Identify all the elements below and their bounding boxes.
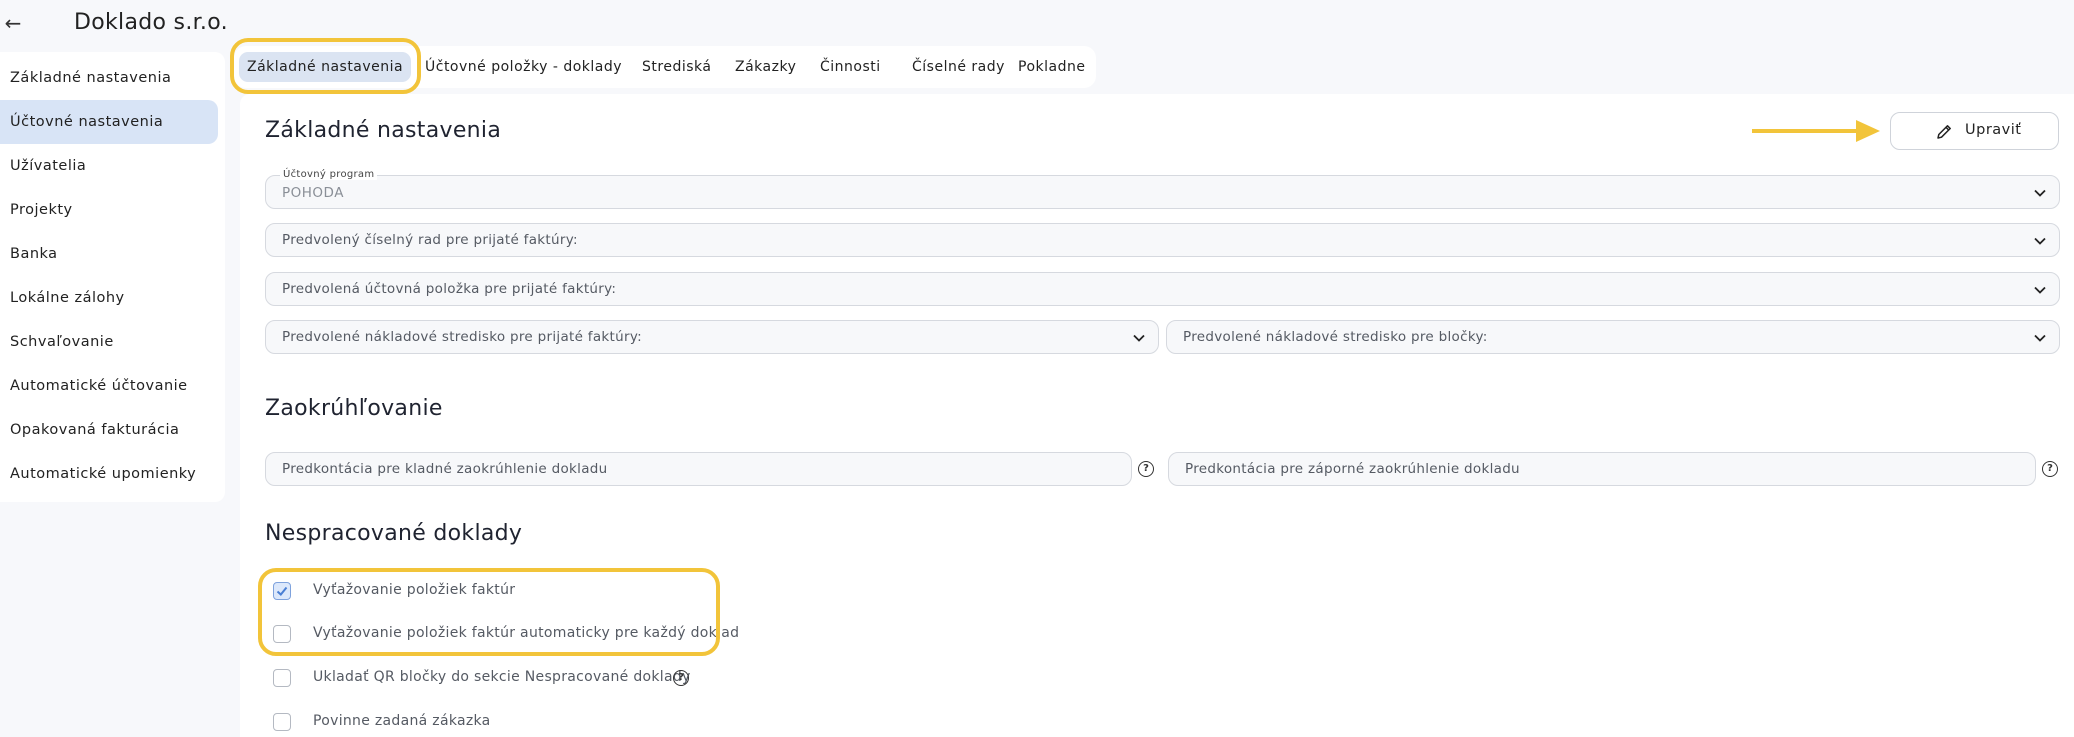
tab-orders[interactable]: Zákazky: [727, 52, 804, 82]
sidebar: Základné nastavenia Účtovné nastavenia U…: [0, 52, 225, 502]
highlight-frame-checkboxes: [258, 568, 720, 656]
help-icon[interactable]: ?: [673, 670, 689, 686]
chevron-down-icon: [1133, 334, 1145, 342]
sidebar-item-accounting-settings[interactable]: Účtovné nastavenia: [0, 100, 218, 144]
default-cost-center-invoices-select[interactable]: Predvolené nákladové stredisko pre prija…: [265, 320, 1159, 354]
default-number-series-select[interactable]: Predvolený číselný rad pre prijaté faktú…: [265, 223, 2060, 257]
accounting-program-select[interactable]: Účtovný program POHODA: [265, 169, 2060, 209]
save-qr-receipts-checkbox[interactable]: [273, 669, 291, 687]
section-title-basic: Základné nastavenia: [265, 118, 502, 143]
section-title-unprocessed: Nespracované doklady: [265, 521, 523, 546]
negative-rounding-select[interactable]: Predkontácia pre záporné zaokrúhlenie do…: [1168, 452, 2036, 486]
negative-rounding-placeholder: Predkontácia pre záporné zaokrúhlenie do…: [1185, 461, 1520, 477]
arrow-left-icon[interactable]: ←: [2, 10, 24, 36]
default-cost-center-receipts-placeholder: Predvolené nákladové stredisko pre bločk…: [1183, 329, 1488, 345]
chevron-down-icon: [2034, 237, 2046, 245]
help-icon[interactable]: ?: [2042, 461, 2058, 477]
sidebar-item-basic-settings[interactable]: Základné nastavenia: [0, 56, 218, 100]
tab-number-series[interactable]: Číselné rady: [904, 52, 1013, 82]
sidebar-item-auto-accounting[interactable]: Automatické účtovanie: [0, 364, 218, 408]
tab-cost-centers[interactable]: Strediská: [634, 52, 719, 82]
default-cost-center-invoices-placeholder: Predvolené nákladové stredisko pre prija…: [282, 329, 643, 345]
required-order-checkbox[interactable]: [273, 713, 291, 731]
chevron-down-icon: [2034, 286, 2046, 294]
edit-button[interactable]: Upraviť: [1890, 112, 2059, 150]
default-cost-center-receipts-select[interactable]: Predvolené nákladové stredisko pre bločk…: [1166, 320, 2060, 354]
highlight-arrow: [1752, 120, 1880, 142]
section-title-rounding: Zaokrúhľovanie: [265, 396, 443, 421]
sidebar-item-recurring-invoicing[interactable]: Opakovaná fakturácia: [0, 408, 218, 452]
sidebar-item-auto-reminders[interactable]: Automatické upomienky: [0, 452, 218, 496]
accounting-program-value: POHODA: [282, 185, 344, 201]
tab-account-items[interactable]: Účtovné položky - doklady: [417, 52, 630, 82]
help-icon[interactable]: ?: [1138, 461, 1154, 477]
sidebar-item-local-backups[interactable]: Lokálne zálohy: [0, 276, 218, 320]
positive-rounding-placeholder: Predkontácia pre kladné zaokrúhlenie dok…: [282, 461, 608, 477]
chevron-down-icon: [2034, 334, 2046, 342]
default-account-item-select[interactable]: Predvolená účtovná položka pre prijaté f…: [265, 272, 2060, 306]
tab-activities[interactable]: Činnosti: [812, 52, 889, 82]
edit-button-label: Upraviť: [1965, 122, 2022, 138]
default-account-item-placeholder: Predvolená účtovná položka pre prijaté f…: [282, 281, 617, 297]
sidebar-item-users[interactable]: Užívatelia: [0, 144, 218, 188]
company-name: Doklado s.r.o.: [74, 10, 228, 35]
highlight-frame-tab: [230, 38, 421, 94]
sidebar-item-bank[interactable]: Banka: [0, 232, 218, 276]
sidebar-item-approval[interactable]: Schvaľovanie: [0, 320, 218, 364]
tab-cash-registers[interactable]: Pokladne: [1010, 52, 1093, 82]
pencil-icon: [1937, 125, 1951, 139]
sidebar-item-projects[interactable]: Projekty: [0, 188, 218, 232]
required-order-label: Povinne zadaná zákazka: [313, 713, 491, 729]
save-qr-receipts-label: Ukladať QR bločky do sekcie Nespracované…: [313, 669, 691, 685]
default-number-series-placeholder: Predvolený číselný rad pre prijaté faktú…: [282, 232, 578, 248]
positive-rounding-select[interactable]: Predkontácia pre kladné zaokrúhlenie dok…: [265, 452, 1132, 486]
accounting-program-label: Účtovný program: [280, 169, 378, 180]
chevron-down-icon: [2034, 189, 2046, 197]
